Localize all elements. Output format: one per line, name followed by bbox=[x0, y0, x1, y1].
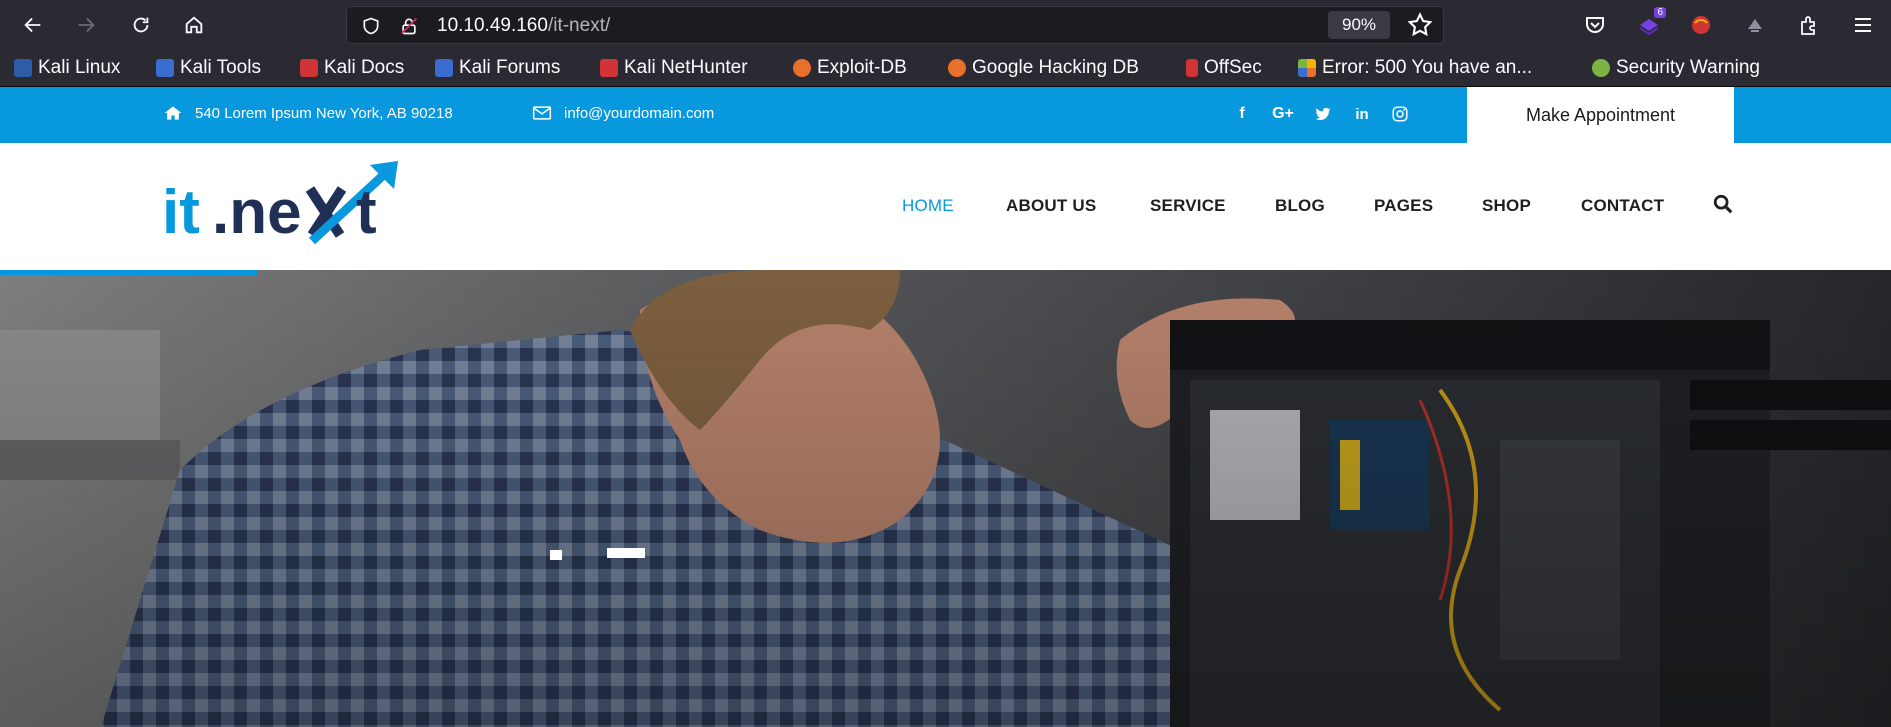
bookmark-label: Kali Docs bbox=[324, 57, 405, 78]
bookmark-kali-nethunter[interactable]: Kali NetHunter bbox=[600, 56, 748, 80]
hero-partial-heading-mark-1 bbox=[550, 550, 562, 560]
bookmark-kali-docs[interactable]: Kali Docs bbox=[300, 56, 404, 80]
exploit-db-icon bbox=[793, 59, 811, 77]
security-warning-icon bbox=[1592, 59, 1610, 77]
google-plus-icon[interactable]: G+ bbox=[1268, 101, 1298, 127]
back-button[interactable] bbox=[18, 10, 48, 40]
twitter-icon[interactable] bbox=[1310, 101, 1336, 127]
home-address-icon bbox=[164, 106, 182, 120]
hero-partial-heading-mark-2 bbox=[607, 548, 645, 558]
bookmark-label: Kali Forums bbox=[459, 57, 561, 78]
twitter-bird-shape bbox=[1315, 107, 1331, 121]
address-info: 540 Lorem Ipsum New York, AB 90218 bbox=[163, 103, 453, 123]
bookmark-kali-linux[interactable]: Kali Linux bbox=[14, 56, 120, 80]
url-host: 10.10.49.160 bbox=[437, 15, 548, 36]
web-page: 540 Lorem Ipsum New York, AB 90218 info@… bbox=[0, 87, 1891, 727]
bookmarks-toolbar: Kali Linux Kali Tools Kali Docs Kali For… bbox=[0, 50, 1891, 87]
extension-count-badge: 6 bbox=[1654, 7, 1666, 18]
offsec-icon bbox=[1186, 59, 1198, 77]
bookmark-label: Kali NetHunter bbox=[624, 57, 748, 78]
instagram-icon[interactable] bbox=[1387, 101, 1413, 127]
email-info[interactable]: info@yourdomain.com bbox=[532, 103, 714, 123]
url-text[interactable]: 10.10.49.160/it-next/ bbox=[437, 15, 610, 37]
linkedin-icon[interactable]: in bbox=[1349, 101, 1375, 127]
address-text: 540 Lorem Ipsum New York, AB 90218 bbox=[195, 104, 453, 122]
bookmark-label: OffSec bbox=[1204, 57, 1262, 78]
envelope-icon bbox=[532, 106, 552, 120]
bookmark-security-warning[interactable]: Security Warning bbox=[1592, 56, 1760, 80]
extension-button-red[interactable] bbox=[1686, 10, 1716, 40]
hero-dark-overlay bbox=[0, 270, 1891, 727]
extensions-menu-button[interactable] bbox=[1794, 10, 1824, 40]
logo-it-text: it bbox=[162, 178, 200, 247]
bookmark-kali-forums[interactable]: Kali Forums bbox=[435, 56, 560, 80]
bookmark-offsec[interactable]: OffSec bbox=[1186, 56, 1262, 80]
instagram-camera-shape bbox=[1392, 106, 1408, 122]
app-menu-button[interactable] bbox=[1848, 10, 1878, 40]
logo-next-text: .nе bbox=[212, 178, 302, 247]
url-path: /it-next/ bbox=[547, 15, 611, 36]
bookmark-label: Kali Linux bbox=[38, 57, 121, 78]
forward-arrow-icon bbox=[78, 17, 95, 33]
nav-shop[interactable]: SHOP bbox=[1482, 196, 1531, 216]
nav-pages[interactable]: PAGES bbox=[1374, 196, 1433, 216]
zoom-level-badge[interactable]: 90% bbox=[1328, 11, 1390, 39]
header-scroll-indicator bbox=[0, 270, 257, 275]
hamburger-menu-icon bbox=[1855, 18, 1871, 32]
google-hacking-db-icon bbox=[948, 59, 966, 77]
search-icon[interactable] bbox=[1712, 193, 1734, 215]
home-icon bbox=[185, 16, 203, 34]
kali-docs-icon bbox=[300, 59, 318, 77]
bookmark-label: Security Warning bbox=[1616, 57, 1760, 78]
it-next-logo[interactable]: it .nе t bbox=[162, 161, 424, 251]
kali-forums-icon bbox=[435, 59, 453, 77]
gray-extension-icon bbox=[1748, 19, 1762, 32]
kali-nethunter-icon bbox=[600, 59, 618, 77]
kali-tools-icon bbox=[156, 59, 174, 77]
nav-service[interactable]: SERVICE bbox=[1150, 196, 1226, 216]
joomla-icon bbox=[1298, 59, 1316, 77]
reload-button[interactable] bbox=[126, 10, 156, 40]
hero-image-technician-pc bbox=[0, 270, 1891, 727]
bookmark-label: Error: 500 You have an... bbox=[1322, 57, 1533, 78]
bookmark-kali-tools[interactable]: Kali Tools bbox=[156, 56, 261, 80]
bookmark-error-500[interactable]: Error: 500 You have an... bbox=[1298, 56, 1532, 80]
hero-banner bbox=[0, 270, 1891, 727]
red-extension-icon bbox=[1692, 16, 1710, 34]
bookmark-google-hacking-db[interactable]: Google Hacking DB bbox=[948, 56, 1139, 80]
extension-button-gray[interactable] bbox=[1740, 10, 1770, 40]
bookmark-label: Exploit-DB bbox=[817, 57, 907, 78]
email-text: info@yourdomain.com bbox=[564, 104, 715, 122]
forward-button[interactable] bbox=[71, 10, 101, 40]
bookmark-label: Kali Tools bbox=[180, 57, 261, 78]
nav-contact[interactable]: CONTACT bbox=[1581, 196, 1664, 216]
nav-home[interactable]: HOME bbox=[902, 196, 954, 216]
site-header: it .nе t HOME ABOUT US SERVICE BLOG PAGE… bbox=[0, 143, 1891, 270]
shield-icon[interactable] bbox=[361, 16, 381, 36]
facebook-icon[interactable]: f bbox=[1229, 101, 1255, 127]
browser-toolbar: 10.10.49.160/it-next/ 90% 6 bbox=[0, 0, 1891, 50]
kali-dragon-icon bbox=[14, 59, 32, 77]
make-appointment-button[interactable]: Make Appointment bbox=[1467, 87, 1734, 143]
logo-t-text: t bbox=[356, 178, 377, 247]
nav-blog[interactable]: BLOG bbox=[1275, 196, 1325, 216]
site-topbar: 540 Lorem Ipsum New York, AB 90218 info@… bbox=[0, 87, 1891, 143]
bookmark-label: Google Hacking DB bbox=[972, 57, 1139, 78]
bookmark-exploit-db[interactable]: Exploit-DB bbox=[793, 56, 907, 80]
back-arrow-icon bbox=[24, 17, 41, 33]
puzzle-icon bbox=[1801, 16, 1815, 35]
bookmark-star-icon[interactable] bbox=[1406, 11, 1434, 39]
pocket-icon bbox=[1586, 17, 1604, 33]
nav-about-us[interactable]: ABOUT US bbox=[1006, 196, 1096, 216]
reload-icon bbox=[133, 17, 149, 33]
address-bar[interactable]: 10.10.49.160/it-next/ bbox=[346, 6, 1444, 44]
pocket-button[interactable] bbox=[1580, 10, 1610, 40]
home-button[interactable] bbox=[179, 10, 209, 40]
extension-button-purple[interactable]: 6 bbox=[1634, 7, 1666, 40]
insecure-lock-icon[interactable] bbox=[399, 16, 419, 36]
